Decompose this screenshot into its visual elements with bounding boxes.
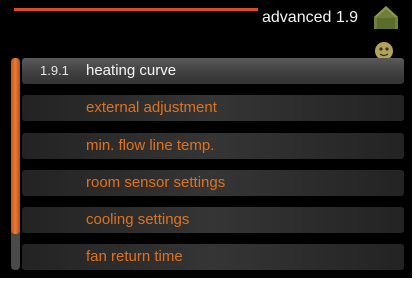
menu-item-label: fan return time [86, 248, 183, 265]
house-icon[interactable] [372, 4, 400, 30]
display-screen: advanced 1.9 1.9.1 heating curve externa… [0, 0, 412, 278]
menu-item-label: external adjustment [86, 99, 217, 116]
menu-item-min-flow-line-temp[interactable]: min. flow line temp. [22, 133, 404, 159]
menu-item-label: heating curve [86, 62, 177, 79]
page-title: advanced 1.9 [262, 9, 359, 26]
menu-item-label: room sensor settings [86, 174, 226, 191]
menu-item-cooling-settings[interactable]: cooling settings [22, 207, 404, 233]
scrollbar[interactable] [11, 58, 20, 270]
header-accent-line [14, 8, 258, 11]
menu-item-number: 1.9.1 [40, 63, 69, 78]
scrollbar-thumb[interactable] [11, 58, 20, 234]
menu-item-room-sensor-settings[interactable]: room sensor settings [22, 170, 404, 196]
menu-item-label: min. flow line temp. [86, 137, 215, 154]
menu-item-fan-return-time[interactable]: fan return time [22, 244, 404, 270]
menu-item-external-adjustment[interactable]: external adjustment [22, 95, 404, 121]
menu-item-heating-curve[interactable]: 1.9.1 heating curve [22, 58, 404, 84]
menu-item-label: cooling settings [86, 211, 190, 228]
